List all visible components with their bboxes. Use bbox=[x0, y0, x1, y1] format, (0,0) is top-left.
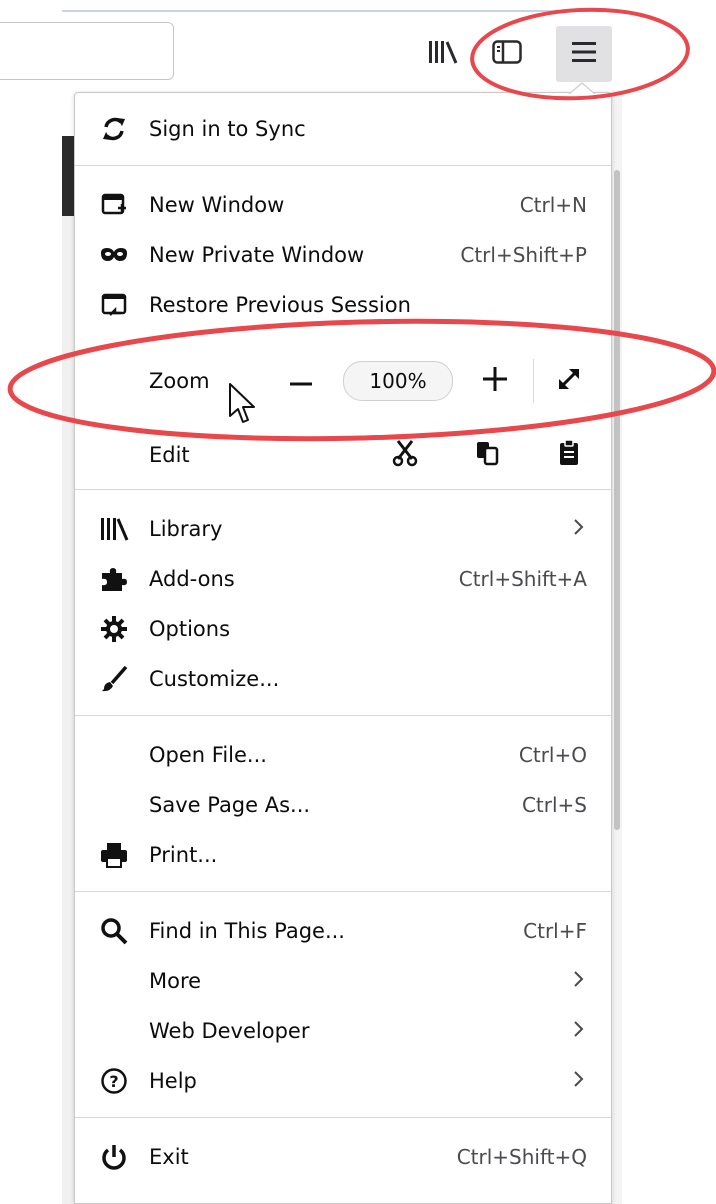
menu-item-sign-in-sync[interactable]: Sign in to Sync bbox=[75, 105, 611, 153]
menu-row-edit: Edit bbox=[75, 431, 611, 479]
shortcut-label: Ctrl+Shift+A bbox=[458, 567, 587, 591]
menu-item-label: Help bbox=[149, 1069, 197, 1093]
sidebar-button[interactable] bbox=[482, 26, 532, 82]
menu-item-more[interactable]: More bbox=[75, 957, 611, 1005]
plus-icon bbox=[483, 367, 507, 395]
menu-item-find-in-page[interactable]: Find in This Page... Ctrl+F bbox=[75, 907, 611, 955]
menu-item-open-file[interactable]: Open File... Ctrl+O bbox=[75, 731, 611, 779]
menu-item-label: Customize... bbox=[149, 667, 280, 691]
menu-item-label: Options bbox=[149, 617, 231, 641]
minus-icon bbox=[290, 372, 312, 391]
open-menu-button[interactable] bbox=[556, 26, 612, 82]
help-icon: ? bbox=[97, 1064, 131, 1098]
copy-button[interactable] bbox=[467, 435, 507, 475]
scissors-icon bbox=[392, 439, 418, 471]
chevron-right-icon bbox=[573, 1070, 585, 1092]
menu-item-restore-session[interactable]: Restore Previous Session bbox=[75, 281, 611, 329]
library-button[interactable] bbox=[418, 26, 468, 82]
zoom-out-button[interactable] bbox=[281, 361, 321, 401]
menu-item-options[interactable]: Options bbox=[75, 605, 611, 653]
search-icon bbox=[97, 914, 131, 948]
cut-button[interactable] bbox=[385, 435, 425, 475]
chevron-right-icon bbox=[573, 518, 585, 540]
menu-item-label: Open File... bbox=[149, 743, 267, 767]
puzzle-icon bbox=[97, 562, 131, 596]
menu-scrollbar[interactable] bbox=[614, 170, 620, 830]
menu-item-new-window[interactable]: New Window Ctrl+N bbox=[75, 181, 611, 229]
menu-item-label: Library bbox=[149, 517, 223, 541]
svg-text:?: ? bbox=[109, 1072, 118, 1091]
menu-item-label: Restore Previous Session bbox=[149, 293, 411, 317]
menu-item-label: Add-ons bbox=[149, 567, 235, 591]
power-icon bbox=[97, 1140, 131, 1174]
printer-icon bbox=[97, 838, 131, 872]
shortcut-label: Ctrl+Shift+Q bbox=[456, 1145, 587, 1169]
app-menu-panel: Sign in to Sync New Window Ctrl+N New Pr… bbox=[74, 92, 612, 1204]
menu-item-save-page[interactable]: Save Page As... Ctrl+S bbox=[75, 781, 611, 829]
mouse-cursor-icon bbox=[228, 382, 258, 430]
gear-icon bbox=[97, 612, 131, 646]
url-bar[interactable] bbox=[0, 22, 174, 80]
zoom-divider bbox=[533, 359, 534, 403]
zoom-reset-button[interactable]: 100% bbox=[343, 361, 453, 401]
shortcut-label: Ctrl+O bbox=[518, 743, 587, 767]
library-icon bbox=[427, 38, 459, 70]
new-window-icon bbox=[97, 188, 131, 222]
menu-item-exit[interactable]: Exit Ctrl+Shift+Q bbox=[75, 1133, 611, 1181]
shortcut-label: Ctrl+N bbox=[519, 193, 587, 217]
paste-button[interactable] bbox=[549, 435, 589, 475]
menu-separator bbox=[75, 715, 611, 716]
menu-item-label: Exit bbox=[149, 1145, 189, 1169]
page-background-bar bbox=[62, 136, 74, 216]
hamburger-menu-icon bbox=[570, 40, 598, 68]
shortcut-label: Ctrl+F bbox=[523, 919, 587, 943]
shortcut-label: Ctrl+Shift+P bbox=[460, 243, 587, 267]
library-icon bbox=[97, 512, 131, 546]
menu-item-label: Web Developer bbox=[149, 1019, 310, 1043]
menu-item-label: New Private Window bbox=[149, 243, 365, 267]
restore-session-icon bbox=[97, 288, 131, 322]
menu-item-label: More bbox=[149, 969, 202, 993]
menu-item-label: Sign in to Sync bbox=[149, 117, 306, 141]
menu-separator bbox=[75, 1117, 611, 1118]
sync-icon bbox=[97, 112, 131, 146]
menu-item-help[interactable]: ? Help bbox=[75, 1057, 611, 1105]
brush-icon bbox=[97, 662, 131, 696]
menu-item-new-private-window[interactable]: New Private Window Ctrl+Shift+P bbox=[75, 231, 611, 279]
page-background bbox=[62, 216, 74, 1204]
menu-item-addons[interactable]: Add-ons Ctrl+Shift+A bbox=[75, 555, 611, 603]
menu-separator bbox=[75, 489, 611, 490]
panel-arrow bbox=[568, 82, 596, 95]
menu-item-customize[interactable]: Customize... bbox=[75, 655, 611, 703]
fullscreen-icon bbox=[556, 366, 582, 396]
fullscreen-button[interactable] bbox=[549, 361, 589, 401]
edit-label: Edit bbox=[149, 443, 190, 467]
shortcut-label: Ctrl+S bbox=[521, 793, 587, 817]
menu-separator bbox=[75, 165, 611, 166]
menu-item-print[interactable]: Print... bbox=[75, 831, 611, 879]
private-mask-icon bbox=[97, 238, 131, 272]
menu-item-library[interactable]: Library bbox=[75, 505, 611, 553]
menu-separator bbox=[75, 891, 611, 892]
sidebar-icon bbox=[491, 38, 523, 70]
toolbar-top-edge bbox=[62, 10, 622, 12]
menu-row-zoom: Zoom 100% bbox=[75, 357, 611, 405]
clipboard-icon bbox=[558, 439, 580, 471]
menu-item-web-developer[interactable]: Web Developer bbox=[75, 1007, 611, 1055]
menu-item-label: New Window bbox=[149, 193, 285, 217]
zoom-in-button[interactable] bbox=[475, 361, 515, 401]
zoom-label: Zoom bbox=[149, 369, 210, 393]
chevron-right-icon bbox=[573, 970, 585, 992]
menu-item-label: Save Page As... bbox=[149, 793, 311, 817]
menu-item-label: Find in This Page... bbox=[149, 919, 345, 943]
copy-icon bbox=[474, 439, 500, 471]
chevron-right-icon bbox=[573, 1020, 585, 1042]
menu-item-label: Print... bbox=[149, 843, 218, 867]
